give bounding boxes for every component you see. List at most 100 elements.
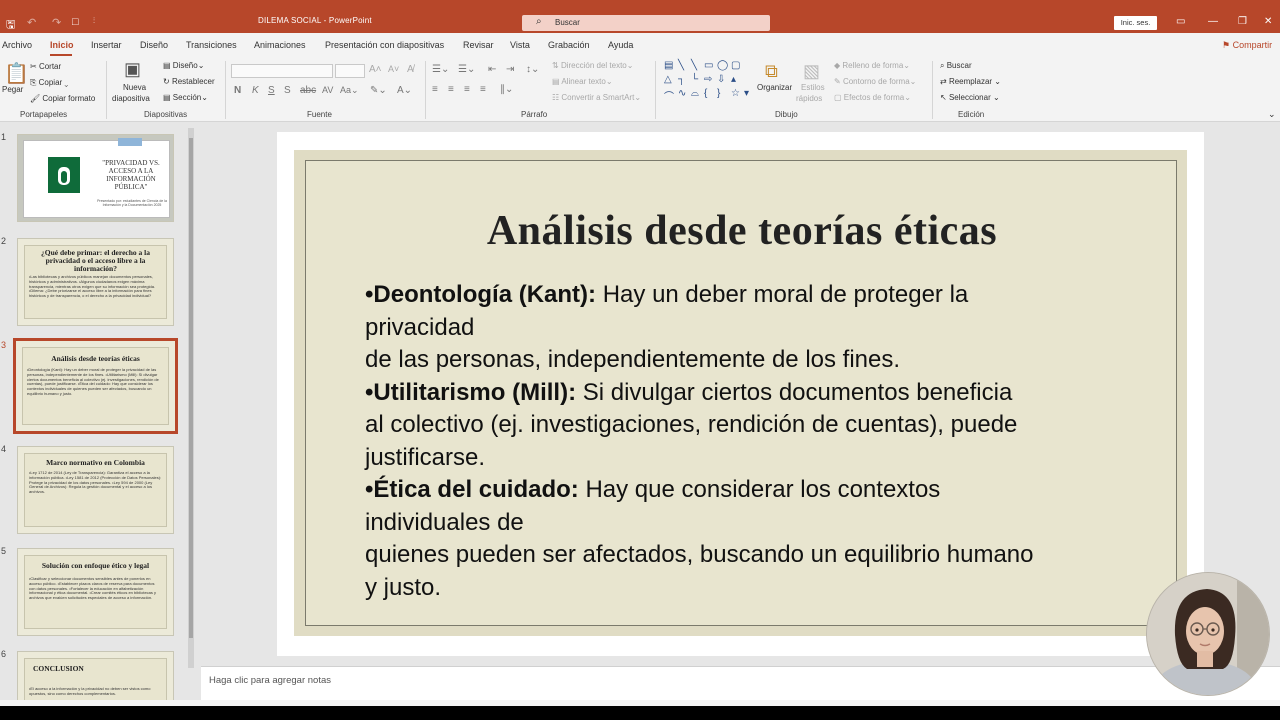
align-right-icon[interactable]: ≡ <box>464 84 470 95</box>
share-button[interactable]: ⚑ Compartir <box>1222 40 1272 51</box>
bullets-icon[interactable]: ☰⌄ <box>432 64 449 75</box>
triangle-shape-icon[interactable]: △ <box>664 74 672 85</box>
text-direction-button[interactable]: ⇅ Dirección del texto⌄ <box>552 61 633 70</box>
italic-icon[interactable]: K <box>252 85 259 96</box>
tab-insertar[interactable]: Insertar <box>91 40 122 50</box>
tab-diseno[interactable]: Diseño <box>140 40 168 50</box>
elbow-shape-icon[interactable]: ┐ <box>678 74 685 85</box>
right-arrow-shape-icon[interactable]: ⇨ <box>704 74 712 85</box>
shape-effects-button[interactable]: ▢ Efectos de forma⌄ <box>834 93 911 102</box>
tab-animaciones[interactable]: Animaciones <box>254 40 306 50</box>
arc-shape-icon[interactable]: ⌓ <box>691 88 699 99</box>
textbox-shape-icon[interactable]: ▤ <box>664 60 673 71</box>
quick-styles-label-2[interactable]: rápidos <box>796 94 822 103</box>
shape-fill-button[interactable]: ◆ Relleno de forma⌄ <box>834 61 910 70</box>
font-family-combo[interactable] <box>231 64 333 78</box>
paste-button[interactable]: Pegar <box>2 85 23 94</box>
search-box[interactable]: ⌕ Buscar <box>522 15 770 31</box>
star-shape-icon[interactable]: ☆ <box>731 88 740 99</box>
section-button[interactable]: ▤ Sección⌄ <box>163 93 208 102</box>
format-painter-button[interactable]: 🖌 Copiar formato <box>30 94 95 103</box>
strikethrough-icon[interactable]: abc <box>300 85 316 96</box>
scrollbar-thumb[interactable] <box>189 138 193 638</box>
tab-archivo[interactable]: Archivo <box>2 40 32 50</box>
tab-ayuda[interactable]: Ayuda <box>608 40 633 50</box>
tab-grabacion[interactable]: Grabación <box>548 40 590 50</box>
curve-shape-icon-2[interactable]: ∿ <box>678 88 686 99</box>
slide-body-textbox[interactable]: •Deontología (Kant): Hay un deber moral … <box>365 279 1155 604</box>
change-case-icon[interactable]: Aa⌄ <box>340 85 359 96</box>
slide-thumbnail-5[interactable]: Solución con enfoque ético y legal •Clas… <box>17 548 174 636</box>
ribbon-display-icon[interactable]: ▭ <box>1176 16 1185 27</box>
copy-button[interactable]: ⎘ Copiar ⌄ <box>30 78 68 88</box>
minimize-icon[interactable]: — <box>1208 16 1218 27</box>
maximize-icon[interactable]: ❐ <box>1238 16 1247 27</box>
undo-icon[interactable]: ↶ <box>27 16 36 29</box>
rounded-rect-shape-icon[interactable]: ▢ <box>731 60 740 71</box>
cut-button[interactable]: ✂ Cortar <box>30 62 61 71</box>
new-slide-icon[interactable]: ▣ <box>124 59 141 80</box>
increase-indent-icon[interactable]: ⇥ <box>506 64 514 75</box>
numbering-icon[interactable]: ☰⌄ <box>458 64 475 75</box>
line-shape-icon[interactable]: ╲ <box>678 60 684 71</box>
tab-presentacion[interactable]: Presentación con diapositivas <box>325 40 444 50</box>
new-slide-label-1[interactable]: Nueva <box>123 83 146 92</box>
clear-format-icon[interactable]: A̸ <box>407 64 414 75</box>
shape-outline-button[interactable]: ✎ Contorno de forma⌄ <box>834 77 916 86</box>
align-center-icon[interactable]: ≡ <box>448 84 454 95</box>
redo-icon[interactable]: ↷ <box>52 16 61 29</box>
curve-shape-icon[interactable]: ⌒ <box>664 88 674 103</box>
oval-shape-icon[interactable]: ◯ <box>717 60 728 71</box>
slide-thumbnail-6[interactable]: CONCLUSION •El acceso a la información y… <box>17 651 174 700</box>
quick-styles-icon[interactable]: ▧ <box>803 61 820 82</box>
brace-left-shape-icon[interactable]: { <box>704 88 707 99</box>
gallery-scroll-up-icon[interactable]: ▴ <box>731 74 736 85</box>
underline-icon[interactable]: S <box>268 85 275 96</box>
start-presentation-icon[interactable]: □ <box>72 16 79 28</box>
replace-button[interactable]: ⇄ Reemplazar ⌄ <box>940 77 1001 86</box>
notes-pane[interactable]: Haga clic para agregar notas <box>201 666 1280 700</box>
thumbnails-scrollbar[interactable] <box>188 128 194 668</box>
decrease-font-icon[interactable]: A˅ <box>388 64 399 74</box>
increase-font-icon[interactable]: A˄ <box>369 64 382 75</box>
columns-icon[interactable]: ∥⌄ <box>500 84 513 95</box>
tab-vista[interactable]: Vista <box>510 40 530 50</box>
find-button[interactable]: ⌕ Buscar <box>940 61 972 71</box>
highlight-icon[interactable]: ✎⌄ <box>370 85 387 96</box>
font-size-combo[interactable] <box>335 64 365 78</box>
arrange-icon[interactable]: ⧉ <box>765 61 778 82</box>
canvas-scrollbar[interactable] <box>1272 122 1280 662</box>
line-shape-icon-2[interactable]: ╲ <box>691 60 697 71</box>
rectangle-shape-icon[interactable]: ▭ <box>704 60 713 71</box>
reset-button[interactable]: ↻ Restablecer <box>163 77 215 86</box>
line-spacing-icon[interactable]: ↕⌄ <box>526 64 539 75</box>
decrease-indent-icon[interactable]: ⇤ <box>488 64 496 75</box>
font-color-icon[interactable]: A⌄ <box>397 85 412 96</box>
align-text-button[interactable]: ▤ Alinear texto⌄ <box>552 77 613 86</box>
gallery-more-icon[interactable]: ▾ <box>744 88 749 99</box>
customize-qat-icon[interactable]: ⫶ <box>93 16 95 26</box>
elbow-shape-icon-2[interactable]: └ <box>691 74 698 85</box>
slide-title[interactable]: Análisis desde teorías éticas <box>306 207 1178 255</box>
justify-icon[interactable]: ≡ <box>480 84 486 95</box>
arrange-button[interactable]: Organizar <box>757 83 792 92</box>
slide-thumbnail-3[interactable]: Análisis desde teorías éticas •Deontolog… <box>13 338 178 434</box>
close-icon[interactable]: ✕ <box>1264 16 1272 27</box>
collapse-ribbon-icon[interactable]: ⌄ <box>1268 109 1276 120</box>
sign-in-button[interactable]: Inic. ses. <box>1114 16 1157 30</box>
bold-icon[interactable]: N <box>234 85 241 96</box>
layout-button[interactable]: ▤ Diseño⌄ <box>163 61 204 70</box>
slide-thumbnail-2[interactable]: ¿Qué debe primar: el derecho a la privac… <box>17 238 174 326</box>
current-slide[interactable]: Análisis desde teorías éticas •Deontolog… <box>294 150 1187 636</box>
smartart-button[interactable]: ☷ Convertir a SmartArt⌄ <box>552 93 641 102</box>
paste-icon[interactable]: 📋 <box>4 61 29 86</box>
slide-thumbnail-1[interactable]: "PRIVACIDAD VS. ACCESO A LA INFORMACIÓN … <box>17 134 174 222</box>
down-arrow-shape-icon[interactable]: ⇩ <box>717 74 725 85</box>
align-left-icon[interactable]: ≡ <box>432 84 438 95</box>
char-spacing-icon[interactable]: AV <box>322 85 333 95</box>
tab-transiciones[interactable]: Transiciones <box>186 40 237 50</box>
select-button[interactable]: ↖ Seleccionar ⌄ <box>940 93 1000 102</box>
new-slide-label-2[interactable]: diapositiva <box>112 94 150 103</box>
slide-thumbnail-4[interactable]: Marco normativo en Colombia •Ley 1712 de… <box>17 446 174 534</box>
quick-styles-label-1[interactable]: Estilos <box>801 83 825 92</box>
